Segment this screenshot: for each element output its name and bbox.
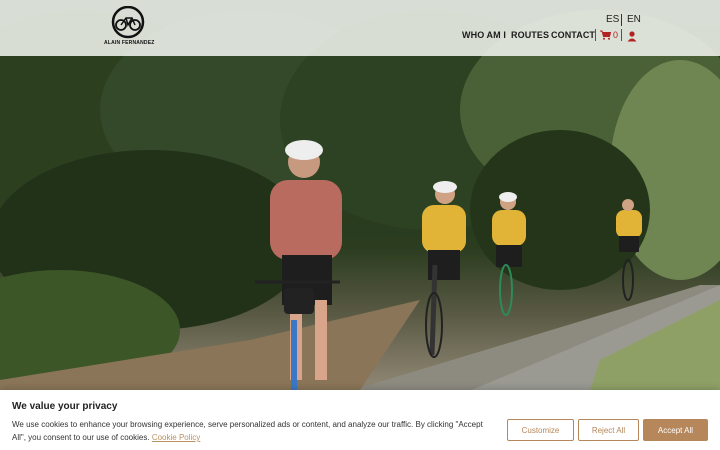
cookie-title: We value your privacy [12,401,118,412]
language-en-link[interactable]: EN [627,14,641,25]
hero-image [0,0,720,450]
nav-who-am-i[interactable]: WHO AM I [462,30,506,40]
cookie-description: We use cookies to enhance your browsing … [12,420,483,442]
nav-routes[interactable]: ROUTES [511,30,549,40]
user-icon [627,31,637,42]
hero-cyclists-illustration [0,10,720,450]
logo-text: ALAIN FERNANDEZ [104,40,155,46]
cookie-text: We use cookies to enhance your browsing … [12,418,498,444]
nav-contact[interactable]: CONTACT [551,30,595,40]
customize-button[interactable]: Customize [507,419,574,441]
language-divider [621,14,622,26]
site-logo[interactable]: ALAIN FERNANDEZ [104,5,155,48]
language-es-link[interactable]: ES [606,14,619,25]
reject-all-button[interactable]: Reject All [578,419,639,441]
cart-count: 0 [613,30,619,40]
bicycle-logo-icon [111,5,145,39]
nav-divider [595,29,596,41]
cookie-policy-link[interactable]: Cookie Policy [152,433,200,442]
nav-divider [621,29,622,41]
account-button[interactable] [627,29,637,47]
cart-button[interactable]: 0 [600,29,618,41]
cart-icon [600,30,611,40]
site-header: ALAIN FERNANDEZ ES EN WHO AM I ROUTES CO… [0,0,720,56]
accept-all-button[interactable]: Accept All [643,419,708,441]
